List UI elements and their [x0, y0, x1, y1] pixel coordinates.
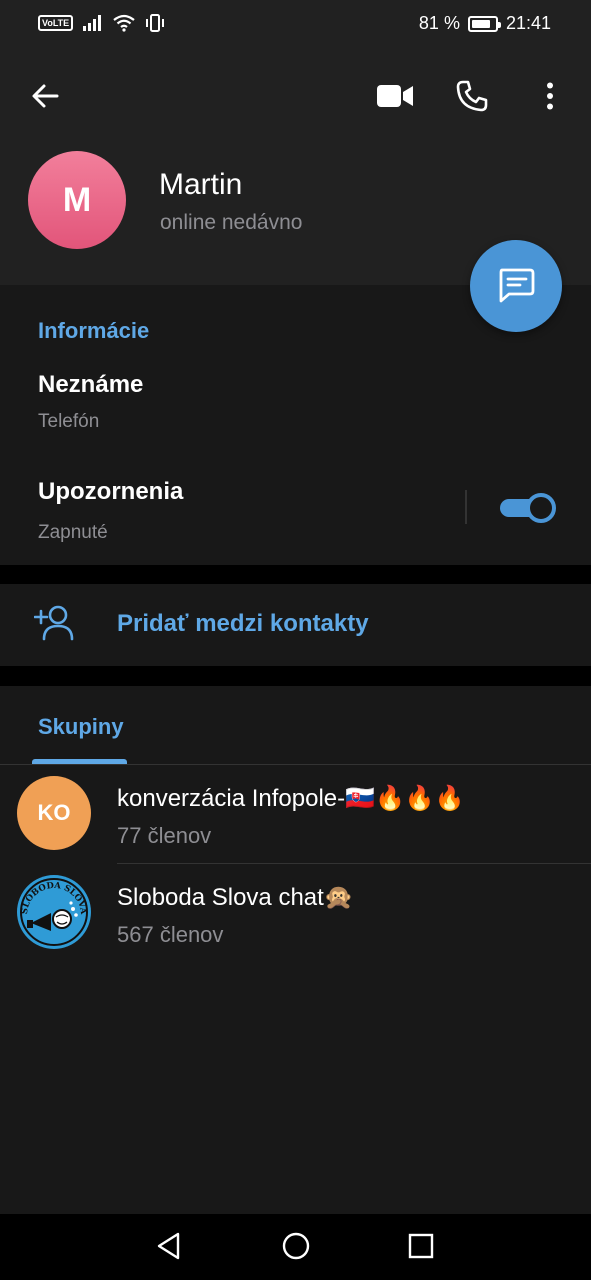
notifications-status: Zapnuté	[38, 522, 108, 543]
add-contact-label: Pridať medzi kontakty	[117, 610, 369, 637]
nav-recents-button[interactable]	[406, 1231, 436, 1261]
group-avatar: KO	[17, 776, 91, 850]
status-left: VoLTE	[38, 14, 165, 32]
contact-name: Martin	[159, 168, 243, 201]
notifications-title: Upozornenia	[38, 478, 184, 505]
video-call-button[interactable]	[375, 79, 415, 113]
contact-presence: online nedávno	[160, 211, 303, 234]
volte-badge: VoLTE	[38, 15, 74, 31]
phone-value: Neznáme	[38, 371, 144, 398]
group-row[interactable]: SLOBODA SLOVA Sloboda Slova chat🙊 567 čl…	[0, 875, 591, 974]
status-right: 81 % 21:41	[419, 13, 551, 34]
system-nav-bar	[0, 1214, 591, 1280]
tab-groups[interactable]: Skupiny	[38, 714, 124, 740]
toggle-knob	[526, 493, 556, 523]
group-row[interactable]: KO konverzácia Infopole-🇸🇰🔥🔥🔥 77 členov	[0, 776, 591, 875]
nav-back-icon	[157, 1232, 180, 1260]
add-person-icon	[34, 605, 74, 641]
group-member-count: 77 členov	[117, 823, 212, 848]
notifications-toggle[interactable]	[500, 493, 556, 523]
battery-icon	[467, 15, 501, 32]
video-camera-icon	[377, 85, 413, 107]
signal-icon	[83, 15, 102, 31]
vibrate-icon	[146, 14, 165, 32]
message-icon	[499, 268, 535, 303]
back-arrow-icon	[32, 84, 59, 108]
clock: 21:41	[505, 13, 551, 33]
wifi-icon	[113, 14, 135, 32]
group-member-count: 567 členov	[117, 922, 224, 947]
tab-underline	[0, 764, 591, 765]
send-message-button[interactable]	[470, 240, 562, 332]
more-vert-icon	[547, 82, 553, 110]
row-divider	[117, 863, 591, 864]
contact-avatar[interactable]: M	[28, 151, 126, 249]
sloboda-slova-logo: SLOBODA SLOVA	[18, 876, 90, 948]
groups-section: Skupiny KO konverzácia Infopole-🇸🇰🔥🔥🔥 77…	[0, 686, 591, 1214]
status-bar: VoLTE 81 % 21:41	[0, 0, 591, 52]
nav-home-icon	[282, 1232, 310, 1260]
group-avatar: SLOBODA SLOVA	[17, 875, 91, 949]
call-button[interactable]	[455, 79, 489, 113]
info-section-title: Informácie	[38, 318, 150, 343]
battery-percent: 81 %	[418, 13, 460, 33]
battery-fill	[471, 19, 490, 28]
group-name: konverzácia Infopole-🇸🇰🔥🔥🔥	[117, 785, 465, 812]
phone-icon	[456, 80, 488, 112]
phone-label: Telefón	[38, 411, 100, 432]
back-button[interactable]	[28, 79, 62, 113]
group-name: Sloboda Slova chat🙊	[117, 884, 354, 911]
nav-home-button[interactable]	[281, 1231, 311, 1261]
nav-back-button[interactable]	[154, 1231, 184, 1261]
more-options-button[interactable]	[535, 79, 565, 113]
nav-recents-icon	[408, 1233, 434, 1259]
toggle-divider	[465, 490, 467, 524]
add-contact-row[interactable]: Pridať medzi kontakty	[0, 584, 591, 666]
